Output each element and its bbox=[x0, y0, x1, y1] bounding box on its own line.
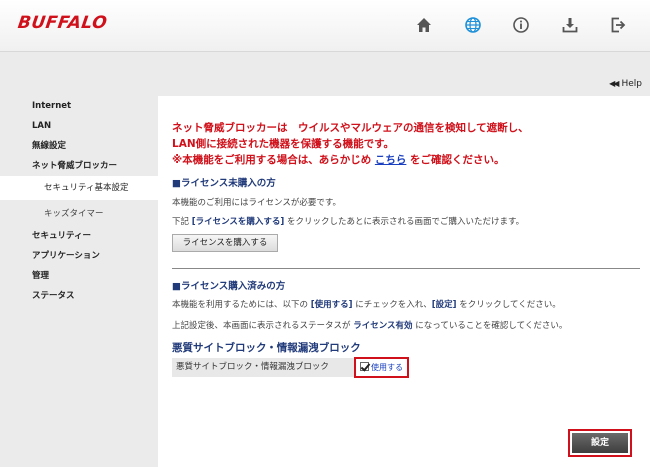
buy-license-button[interactable]: ライセンスを購入する bbox=[172, 234, 278, 252]
submit-highlight: 設定 bbox=[568, 429, 632, 457]
sidebar-item-kids-timer[interactable]: キッズタイマー bbox=[0, 204, 158, 224]
sidebar-item-status[interactable]: ステータス bbox=[0, 286, 158, 306]
sidebar: Internet LAN 無線設定 ネット脅威ブロッカー セキュリティ基本設定 … bbox=[0, 96, 158, 306]
malicious-site-block-title: 悪質サイトブロック・情報漏洩ブロック bbox=[172, 342, 361, 354]
sidebar-item-threat-blocker[interactable]: ネット脅威ブロッカー bbox=[0, 156, 158, 176]
malicious-site-block-label: 悪質サイトブロック・情報漏洩ブロック bbox=[172, 358, 356, 377]
sidebar-item-security[interactable]: セキュリティー bbox=[0, 226, 158, 246]
checkbox-checked-icon[interactable] bbox=[360, 362, 369, 371]
submit-button[interactable]: 設定 bbox=[572, 433, 628, 453]
home-icon[interactable] bbox=[414, 15, 434, 35]
purchased-text-1: 本機能を利用するためには、以下の [使用する] にチェックを入れ、[設定] をク… bbox=[172, 300, 561, 310]
sidebar-item-security-basic[interactable]: セキュリティ基本設定 bbox=[0, 176, 158, 200]
download-icon[interactable] bbox=[560, 15, 580, 35]
sidebar-item-admin[interactable]: 管理 bbox=[0, 266, 158, 286]
warning-notice: ネット脅威ブロッカーは ウイルスやマルウェアの通信を検知して遮断し、 LAN側に… bbox=[172, 122, 529, 166]
sidebar-item-internet[interactable]: Internet bbox=[0, 96, 158, 116]
sidebar-item-lan[interactable]: LAN bbox=[0, 116, 158, 136]
use-checkbox[interactable]: 使用する bbox=[354, 357, 409, 378]
logout-icon[interactable] bbox=[608, 15, 628, 35]
help-link[interactable]: ◀◀ Help bbox=[609, 79, 642, 89]
purchased-section-title: ■ライセンス購入済みの方 bbox=[172, 281, 286, 292]
info-icon[interactable] bbox=[511, 15, 531, 35]
unpurchased-section-title: ■ライセンス未購入の方 bbox=[172, 178, 276, 189]
globe-icon[interactable] bbox=[463, 15, 483, 35]
check-here-link[interactable]: こちら bbox=[375, 154, 407, 166]
purchased-text-2: 上記設定後、本画面に表示されるステータスが ライセンス有効 になっていることを確… bbox=[172, 321, 568, 331]
top-header: BUFFALO bbox=[0, 0, 650, 52]
unpurchased-text-2: 下記 [ライセンスを購入する] をクリックしたあとに表示される画面でご購入いただ… bbox=[172, 217, 525, 227]
sidebar-item-wireless[interactable]: 無線設定 bbox=[0, 136, 158, 156]
section-divider bbox=[172, 268, 640, 269]
unpurchased-text-1: 本機能のご利用にはライセンスが必要です。 bbox=[172, 198, 341, 208]
double-triangle-left-icon: ◀◀ bbox=[609, 79, 619, 88]
main-panel: ネット脅威ブロッカーは ウイルスやマルウェアの通信を検知して遮断し、 LAN側に… bbox=[158, 96, 650, 467]
sidebar-item-application[interactable]: アプリケーション bbox=[0, 246, 158, 266]
buffalo-logo: BUFFALO bbox=[16, 13, 109, 33]
